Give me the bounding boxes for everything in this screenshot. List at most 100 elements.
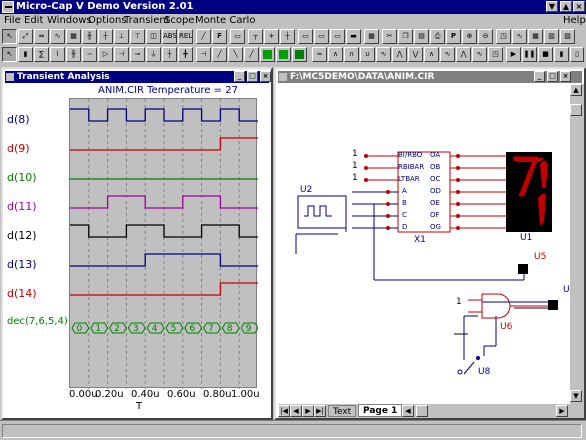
fit2-icon[interactable]: ◳ (488, 47, 503, 62)
inductor-icon[interactable]: ∽ (82, 47, 97, 62)
select-tool-icon[interactable]: ↖ (2, 29, 17, 44)
wave9-icon[interactable]: ∿ (440, 47, 455, 62)
grid3-icon[interactable] (276, 47, 291, 62)
waveform-tool-icon[interactable]: ∿ (50, 29, 65, 44)
node2-icon[interactable]: ┼ (162, 47, 177, 62)
grid2-icon[interactable] (260, 47, 275, 62)
pause-icon[interactable]: ❚❚ (522, 47, 537, 62)
wave5-icon[interactable]: ∿ (376, 47, 391, 62)
fit-icon[interactable]: ◳ (496, 29, 511, 44)
pen-icon[interactable]: ╲ (228, 47, 243, 62)
rect-tool-icon[interactable]: ▭ (298, 29, 313, 44)
grid-tool-icon[interactable]: ▦ (66, 29, 81, 44)
tab-last-icon[interactable]: ▶| (314, 405, 326, 417)
cross-tool-icon[interactable]: ┼ (280, 29, 295, 44)
paste-icon[interactable]: ▤ (414, 29, 429, 44)
probe-icon[interactable]: ⊣ (196, 47, 211, 62)
play-icon[interactable]: ▶ (506, 47, 521, 62)
font-button[interactable]: F (212, 29, 227, 44)
schematic-hscrollbar[interactable]: |◀ ◀ ▶ ▶| Text Page 1 ◀ ▶ (278, 404, 584, 418)
hscroll-thumb[interactable] (416, 405, 428, 417)
menu-edit[interactable]: Edit (24, 14, 43, 28)
text-tool-icon[interactable]: ▭ (230, 29, 245, 44)
zoom-out-icon[interactable]: ⊖ (478, 29, 493, 44)
wave6-icon[interactable]: ⋀ (392, 47, 407, 62)
menu-scope[interactable]: Scope (164, 14, 194, 28)
rect3-tool-icon[interactable]: ▭ (330, 29, 345, 44)
wave4-icon[interactable]: ∪ (360, 47, 375, 62)
tab-page-1[interactable]: Page 1 (358, 404, 403, 417)
abs-button[interactable]: ABS (162, 29, 177, 44)
plot-area[interactable]: 0 1 2 3 4 5 6 7 8 9 (69, 98, 258, 389)
bars-icon[interactable]: ▮ (18, 47, 33, 62)
wave10-icon[interactable]: ⋀ (456, 47, 471, 62)
scissors-icon[interactable]: ✂ (382, 29, 397, 44)
horizontal-icon[interactable]: ═ (312, 47, 327, 62)
graph-tool-icon[interactable]: ╫ (82, 29, 97, 44)
schematic-minimize-button[interactable]: _ (534, 71, 545, 82)
transient-close-button[interactable]: × (260, 71, 271, 82)
grid4-icon[interactable] (292, 47, 307, 62)
sum-icon[interactable]: ∑ (34, 47, 49, 62)
valley-tool-icon[interactable]: ⊤ (130, 29, 145, 44)
pin-tool-icon[interactable]: ┬ (248, 29, 263, 44)
line-tool-icon[interactable]: ╱ (196, 29, 211, 44)
diode-icon[interactable]: ▷ (98, 47, 113, 62)
wave11-icon[interactable]: ∿ (472, 47, 487, 62)
wave3-icon[interactable]: ∩ (344, 47, 359, 62)
menu-windows[interactable]: Windows (47, 14, 92, 28)
slash-icon[interactable]: ╱ (212, 47, 227, 62)
marker-tool-icon[interactable]: ◫ (146, 29, 161, 44)
rel-button[interactable]: REL (178, 29, 193, 44)
wave7-icon[interactable]: ⋁ (408, 47, 423, 62)
menu-options[interactable]: Options (88, 14, 127, 28)
step-icon[interactable]: ▮ (554, 47, 569, 62)
transient-minimize-button[interactable]: _ (234, 71, 245, 82)
scroll-down-icon[interactable]: ▼ (570, 390, 582, 402)
minimize-button[interactable]: ▼ (546, 1, 558, 12)
end-icon[interactable]: ▯ (570, 47, 584, 62)
schematic-close-button[interactable]: × (560, 71, 571, 82)
table-tool-icon[interactable]: ▦ (364, 29, 379, 44)
tab-text[interactable]: Text (328, 405, 357, 417)
switch-icon[interactable]: ⊸ (130, 47, 145, 62)
menu-monte-carlo[interactable]: Monte Carlo (195, 14, 255, 28)
zoom-in-icon[interactable]: ⊕ (462, 29, 477, 44)
resistor-icon[interactable]: ⌇ (50, 47, 65, 62)
wave2-icon[interactable]: ∧ (328, 47, 343, 62)
tab-prev-icon[interactable]: ◀ (290, 405, 302, 417)
junction-icon[interactable]: ╋ (178, 47, 193, 62)
menu-help[interactable]: Help (563, 14, 586, 28)
arrow-tool-icon[interactable]: ↖ (2, 47, 17, 62)
node-tool-icon[interactable]: + (264, 29, 279, 44)
maximize-button[interactable]: ▲ (560, 1, 572, 12)
stop-icon[interactable]: ■ (538, 47, 553, 62)
bus-tool-icon[interactable]: ▬ (346, 29, 361, 44)
menu-file[interactable]: File (4, 14, 21, 28)
line2-icon[interactable]: ╱ (244, 47, 259, 62)
transient-maximize-button[interactable]: □ (247, 71, 258, 82)
print-icon[interactable]: ⎙ (430, 29, 445, 44)
capacitor-icon[interactable]: ╫ (66, 47, 81, 62)
copy-icon[interactable]: ❐ (398, 29, 413, 44)
scale-tool-icon[interactable]: ⇔ (34, 29, 49, 44)
plot-icon[interactable]: ▥ (544, 29, 559, 44)
table2-icon[interactable]: ▦ (528, 29, 543, 44)
scroll-thumb[interactable] (570, 104, 582, 116)
battery-icon[interactable]: ⊣ (114, 47, 129, 62)
rect2-tool-icon[interactable]: ▭ (314, 29, 329, 44)
tab-next-icon[interactable]: ▶ (302, 405, 314, 417)
transient-window-icon[interactable] (6, 73, 14, 81)
p-button[interactable]: P (446, 29, 461, 44)
hscroll-left-icon[interactable]: ◀ (402, 405, 414, 417)
close-button[interactable]: × (573, 1, 585, 12)
pan-tool-icon[interactable]: ⤢ (18, 29, 33, 44)
wave8-icon[interactable]: ∧ (424, 47, 439, 62)
wave-icon[interactable]: ∿ (512, 29, 527, 44)
app-icon[interactable] (2, 1, 14, 13)
hscroll-right-icon[interactable]: ▶ (556, 405, 568, 417)
tab-first-icon[interactable]: |◀ (278, 405, 290, 417)
ground-icon[interactable]: ⏚ (146, 47, 161, 62)
schematic-maximize-button[interactable]: □ (547, 71, 558, 82)
schematic-vscrollbar[interactable]: ▲ ▼ (570, 84, 584, 404)
